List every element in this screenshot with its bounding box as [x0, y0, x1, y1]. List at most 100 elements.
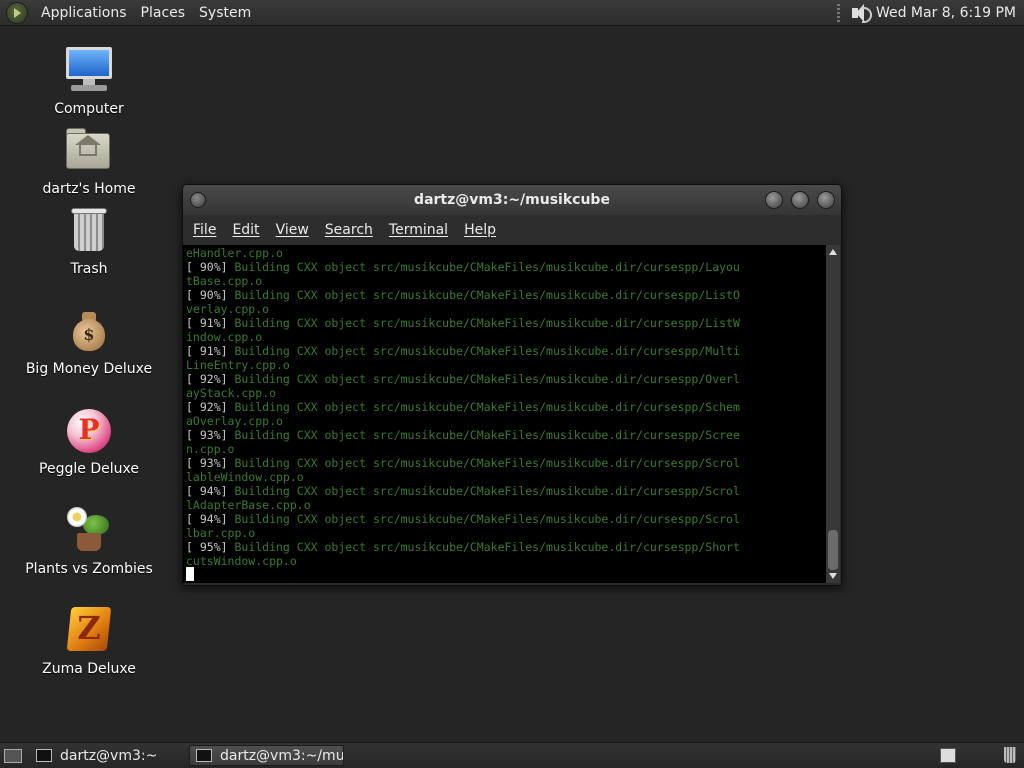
menu-terminal[interactable]: Terminal — [383, 222, 454, 238]
terminal-progress: [ 94%] — [186, 512, 228, 526]
desktop-icon-home[interactable]: dartz's Home — [19, 125, 159, 197]
terminal-line-text: Building CXX object src/musikcube/CMakeF… — [227, 400, 740, 414]
terminal-output[interactable]: eHandler.cpp.o[ 90%] Building CXX object… — [183, 245, 826, 583]
desktop-icon-label: Big Money Deluxe — [25, 361, 153, 377]
terminal-line: [ 92%] Building CXX object src/musikcube… — [186, 372, 826, 386]
terminal-line-text: Building CXX object src/musikcube/CMakeF… — [227, 260, 740, 274]
terminal-line: [ 91%] Building CXX object src/musikcube… — [186, 316, 826, 330]
show-desktop-icon[interactable] — [4, 748, 22, 763]
menu-help[interactable]: Help — [458, 222, 502, 238]
terminal-icon — [196, 749, 212, 762]
menu-search[interactable]: Search — [319, 222, 379, 238]
distro-logo-icon[interactable] — [6, 1, 28, 24]
window-title: dartz@vm3:~/musikcube — [414, 192, 610, 208]
desktop-icon-label: Computer — [54, 101, 124, 117]
applications-menu[interactable]: Applications — [34, 5, 134, 21]
taskbar-item[interactable]: dartz@vm3:~ — [30, 745, 185, 766]
terminal-progress: [ 90%] — [186, 288, 228, 302]
terminal-line-text: Building CXX object src/musikcube/CMakeF… — [227, 484, 740, 498]
desktop-icon-big-money[interactable]: $ Big Money Deluxe — [19, 305, 159, 377]
terminal-line: verlay.cpp.o — [186, 302, 826, 316]
terminal-line-text: LineEntry.cpp.o — [186, 358, 290, 372]
volume-icon[interactable] — [848, 2, 872, 24]
terminal-line-text: Building CXX object src/musikcube/CMakeF… — [227, 344, 740, 358]
terminal-progress: [ 94%] — [186, 484, 228, 498]
peggle-icon: P — [63, 405, 115, 457]
terminal-line: [ 90%] Building CXX object src/musikcube… — [186, 288, 826, 302]
minimize-icon[interactable] — [765, 191, 783, 209]
terminal-line-text: lableWindow.cpp.o — [186, 470, 304, 484]
terminal-line-text: n.cpp.o — [186, 442, 235, 456]
terminal-line: LineEntry.cpp.o — [186, 358, 826, 372]
terminal-line: n.cpp.o — [186, 442, 826, 456]
trash-icon — [63, 205, 115, 257]
terminal-line-text: Building CXX object src/musikcube/CMakeF… — [227, 456, 740, 470]
home-folder-icon — [63, 125, 115, 177]
taskbar-item-active[interactable]: dartz@vm3:~/musik... — [189, 745, 344, 766]
terminal-line: tBase.cpp.o — [186, 274, 826, 288]
panel-handle[interactable] — [836, 3, 840, 22]
menu-edit[interactable]: Edit — [226, 222, 265, 238]
zuma-icon: Z — [63, 605, 115, 657]
terminal-line: lbar.cpp.o — [186, 526, 826, 540]
terminal-line-text: ayStack.cpp.o — [186, 386, 277, 400]
terminal-line-text: Building CXX object src/musikcube/CMakeF… — [227, 288, 740, 302]
taskbar-item-label: dartz@vm3:~/musik... — [220, 747, 344, 764]
menu-file[interactable]: File — [187, 222, 222, 238]
desktop-icon-peggle[interactable]: P Peggle Deluxe — [19, 405, 159, 477]
window-titlebar[interactable]: dartz@vm3:~/musikcube — [183, 185, 841, 215]
terminal-line: indow.cpp.o — [186, 330, 826, 344]
terminal-line-text: Building CXX object src/musikcube/CMakeF… — [227, 372, 740, 386]
terminal-line-text: Building CXX object src/musikcube/CMakeF… — [227, 428, 740, 442]
terminal-line-text: verlay.cpp.o — [186, 302, 270, 316]
terminal-progress: [ 93%] — [186, 428, 228, 442]
terminal-line: [ 93%] Building CXX object src/musikcube… — [186, 456, 826, 470]
terminal-line-text: indow.cpp.o — [186, 330, 263, 344]
desktop-icon-label: Plants vs Zombies — [25, 561, 153, 577]
terminal-line: [ 94%] Building CXX object src/musikcube… — [186, 512, 826, 526]
trash-applet-icon[interactable] — [1004, 747, 1016, 763]
places-menu[interactable]: Places — [134, 5, 193, 21]
system-menu[interactable]: System — [192, 5, 258, 21]
terminal-line-text: aOverlay.cpp.o — [186, 414, 283, 428]
terminal-line: lAdapterBase.cpp.o — [186, 498, 826, 512]
terminal-line: [ 90%] Building CXX object src/musikcube… — [186, 260, 826, 274]
clock[interactable]: Wed Mar 8, 6:19 PM — [876, 5, 1024, 21]
terminal-line: ayStack.cpp.o — [186, 386, 826, 400]
terminal-progress: [ 92%] — [186, 372, 228, 386]
terminal-line-text: eHandler.cpp.o — [186, 246, 283, 260]
close-icon[interactable] — [817, 191, 835, 209]
terminal-scrollbar[interactable] — [826, 245, 840, 583]
bottom-panel: dartz@vm3:~ dartz@vm3:~/musik... — [0, 742, 1024, 768]
menu-view[interactable]: View — [270, 222, 315, 238]
taskbar-item-label: dartz@vm3:~ — [60, 747, 158, 764]
desktop-icon-plants-vs-zombies[interactable]: Plants vs Zombies — [19, 505, 159, 577]
computer-icon — [63, 45, 115, 97]
terminal-line-text: cutsWindow.cpp.o — [186, 554, 297, 568]
scroll-up-icon[interactable] — [829, 249, 837, 255]
scroll-thumb[interactable] — [828, 530, 838, 570]
terminal-line-text: lAdapterBase.cpp.o — [186, 498, 311, 512]
terminal-line: cutsWindow.cpp.o — [186, 554, 826, 568]
desktop-icon-zuma[interactable]: Z Zuma Deluxe — [19, 605, 159, 677]
plants-vs-zombies-icon — [63, 505, 115, 557]
terminal-progress: [ 91%] — [186, 316, 228, 330]
terminal-line: [ 91%] Building CXX object src/musikcube… — [186, 344, 826, 358]
terminal-line: [ 95%] Building CXX object src/musikcube… — [186, 540, 826, 554]
terminal-window[interactable]: dartz@vm3:~/musikcube File Edit View Sea… — [182, 184, 842, 586]
desktop-icon-computer[interactable]: Computer — [19, 45, 159, 117]
terminal-icon — [36, 749, 52, 762]
terminal-menubar: File Edit View Search Terminal Help — [183, 215, 841, 245]
terminal-line: lableWindow.cpp.o — [186, 470, 826, 484]
desktop-icon-label: Zuma Deluxe — [42, 661, 136, 677]
terminal-text: eHandler.cpp.o[ 90%] Building CXX object… — [183, 245, 826, 568]
terminal-line: eHandler.cpp.o — [186, 246, 826, 260]
terminal-line-text: lbar.cpp.o — [186, 526, 256, 540]
desktop-icon-label: Trash — [70, 261, 108, 277]
desktop-icon-label: Peggle Deluxe — [39, 461, 139, 477]
workspace-switcher[interactable] — [940, 748, 956, 763]
maximize-icon[interactable] — [791, 191, 809, 209]
scroll-down-icon[interactable] — [829, 573, 837, 579]
terminal-line-text: Building CXX object src/musikcube/CMakeF… — [227, 540, 740, 554]
desktop-icon-trash[interactable]: Trash — [19, 205, 159, 277]
